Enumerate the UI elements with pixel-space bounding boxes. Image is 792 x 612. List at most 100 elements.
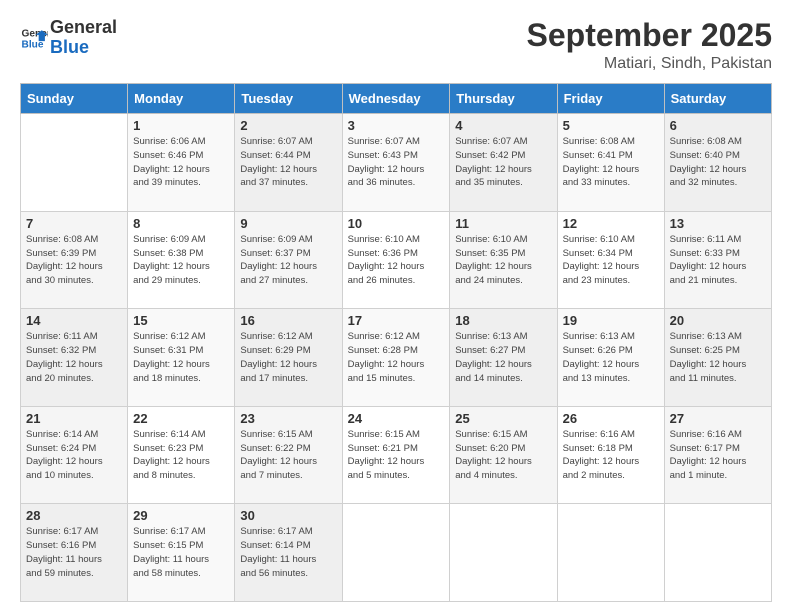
day-info: Sunrise: 6:13 AM Sunset: 6:26 PM Dayligh… xyxy=(563,330,659,385)
day-info: Sunrise: 6:11 AM Sunset: 6:32 PM Dayligh… xyxy=(26,330,122,385)
day-number: 27 xyxy=(670,411,766,426)
day-number: 1 xyxy=(133,118,229,133)
calendar-cell: 20 Sunrise: 6:13 AM Sunset: 6:25 PM Dayli… xyxy=(664,309,771,407)
day-info: Sunrise: 6:13 AM Sunset: 6:25 PM Dayligh… xyxy=(670,330,766,385)
day-number: 16 xyxy=(240,313,336,328)
title-block: September 2025 Matiari, Sindh, Pakistan xyxy=(527,18,772,73)
calendar-cell: 9Sunrise: 6:09 AM Sunset: 6:37 PM Daylig… xyxy=(235,211,342,309)
day-info: Sunrise: 6:13 AM Sunset: 6:27 PM Dayligh… xyxy=(455,330,551,385)
header: General Blue General Blue September 2025… xyxy=(20,18,772,73)
calendar-cell: 18 Sunrise: 6:13 AM Sunset: 6:27 PM Dayli… xyxy=(450,309,557,407)
day-number: 6 xyxy=(670,118,766,133)
day-info: Sunrise: 6:16 AM Sunset: 6:17 PM Dayligh… xyxy=(670,428,766,483)
calendar-cell xyxy=(664,504,771,602)
calendar-cell xyxy=(21,114,128,212)
day-number: 22 xyxy=(133,411,229,426)
calendar-weekday-tuesday: Tuesday xyxy=(235,84,342,114)
day-info: Sunrise: 6:08 AM Sunset: 6:39 PM Dayligh… xyxy=(26,233,122,288)
day-number: 12 xyxy=(563,216,659,231)
calendar-cell: 28 Sunrise: 6:17 AM Sunset: 6:16 PM Dayli… xyxy=(21,504,128,602)
day-number: 13 xyxy=(670,216,766,231)
day-info: Sunrise: 6:12 AM Sunset: 6:31 PM Dayligh… xyxy=(133,330,229,385)
calendar-week-row: 14 Sunrise: 6:11 AM Sunset: 6:32 PM Dayli… xyxy=(21,309,772,407)
calendar-cell: 14 Sunrise: 6:11 AM Sunset: 6:32 PM Dayli… xyxy=(21,309,128,407)
day-number: 15 xyxy=(133,313,229,328)
calendar-cell: 5 Sunrise: 6:08 AM Sunset: 6:41 PM Daylig… xyxy=(557,114,664,212)
calendar-cell: 12 Sunrise: 6:10 AM Sunset: 6:34 PM Dayli… xyxy=(557,211,664,309)
subtitle: Matiari, Sindh, Pakistan xyxy=(527,55,772,73)
calendar-week-row: 1Sunrise: 6:06 AM Sunset: 6:46 PM Daylig… xyxy=(21,114,772,212)
day-number: 10 xyxy=(348,216,445,231)
day-number: 24 xyxy=(348,411,445,426)
day-number: 21 xyxy=(26,411,122,426)
day-number: 17 xyxy=(348,313,445,328)
calendar-cell: 27 Sunrise: 6:16 AM Sunset: 6:17 PM Dayli… xyxy=(664,406,771,504)
calendar-cell: 29Sunrise: 6:17 AM Sunset: 6:15 PM Dayli… xyxy=(128,504,235,602)
logo-icon: General Blue xyxy=(20,24,48,52)
day-info: Sunrise: 6:17 AM Sunset: 6:14 PM Dayligh… xyxy=(240,525,336,580)
day-number: 14 xyxy=(26,313,122,328)
calendar-cell: 23 Sunrise: 6:15 AM Sunset: 6:22 PM Dayli… xyxy=(235,406,342,504)
day-info: Sunrise: 6:15 AM Sunset: 6:20 PM Dayligh… xyxy=(455,428,551,483)
day-info: Sunrise: 6:07 AM Sunset: 6:42 PM Dayligh… xyxy=(455,135,551,190)
day-info: Sunrise: 6:14 AM Sunset: 6:23 PM Dayligh… xyxy=(133,428,229,483)
day-info: Sunrise: 6:07 AM Sunset: 6:44 PM Dayligh… xyxy=(240,135,336,190)
day-number: 23 xyxy=(240,411,336,426)
calendar-cell: 26Sunrise: 6:16 AM Sunset: 6:18 PM Dayli… xyxy=(557,406,664,504)
day-number: 4 xyxy=(455,118,551,133)
calendar-weekday-wednesday: Wednesday xyxy=(342,84,450,114)
calendar-cell: 3 Sunrise: 6:07 AM Sunset: 6:43 PM Daylig… xyxy=(342,114,450,212)
calendar-weekday-sunday: Sunday xyxy=(21,84,128,114)
logo: General Blue General Blue xyxy=(20,18,117,58)
day-number: 2 xyxy=(240,118,336,133)
calendar-cell xyxy=(342,504,450,602)
calendar-cell: 13 Sunrise: 6:11 AM Sunset: 6:33 PM Dayli… xyxy=(664,211,771,309)
day-info: Sunrise: 6:17 AM Sunset: 6:16 PM Dayligh… xyxy=(26,525,122,580)
calendar-weekday-friday: Friday xyxy=(557,84,664,114)
logo-text: General Blue xyxy=(50,18,117,58)
day-number: 7 xyxy=(26,216,122,231)
calendar-weekday-thursday: Thursday xyxy=(450,84,557,114)
page: General Blue General Blue September 2025… xyxy=(0,0,792,612)
day-info: Sunrise: 6:15 AM Sunset: 6:21 PM Dayligh… xyxy=(348,428,445,483)
day-info: Sunrise: 6:07 AM Sunset: 6:43 PM Dayligh… xyxy=(348,135,445,190)
day-info: Sunrise: 6:08 AM Sunset: 6:41 PM Dayligh… xyxy=(563,135,659,190)
day-number: 8 xyxy=(133,216,229,231)
calendar-cell: 15 Sunrise: 6:12 AM Sunset: 6:31 PM Dayli… xyxy=(128,309,235,407)
day-info: Sunrise: 6:12 AM Sunset: 6:28 PM Dayligh… xyxy=(348,330,445,385)
day-number: 18 xyxy=(455,313,551,328)
calendar-cell: 19 Sunrise: 6:13 AM Sunset: 6:26 PM Dayli… xyxy=(557,309,664,407)
day-info: Sunrise: 6:15 AM Sunset: 6:22 PM Dayligh… xyxy=(240,428,336,483)
calendar-cell: 10 Sunrise: 6:10 AM Sunset: 6:36 PM Dayli… xyxy=(342,211,450,309)
calendar-cell: 11Sunrise: 6:10 AM Sunset: 6:35 PM Dayli… xyxy=(450,211,557,309)
calendar-weekday-saturday: Saturday xyxy=(664,84,771,114)
main-title: September 2025 xyxy=(527,18,772,53)
calendar-cell xyxy=(450,504,557,602)
day-info: Sunrise: 6:16 AM Sunset: 6:18 PM Dayligh… xyxy=(563,428,659,483)
calendar-cell: 24 Sunrise: 6:15 AM Sunset: 6:21 PM Dayli… xyxy=(342,406,450,504)
calendar-cell: 30Sunrise: 6:17 AM Sunset: 6:14 PM Dayli… xyxy=(235,504,342,602)
day-info: Sunrise: 6:10 AM Sunset: 6:34 PM Dayligh… xyxy=(563,233,659,288)
day-info: Sunrise: 6:12 AM Sunset: 6:29 PM Dayligh… xyxy=(240,330,336,385)
day-info: Sunrise: 6:09 AM Sunset: 6:38 PM Dayligh… xyxy=(133,233,229,288)
calendar-header-row: SundayMondayTuesdayWednesdayThursdayFrid… xyxy=(21,84,772,114)
calendar-cell: 2 Sunrise: 6:07 AM Sunset: 6:44 PM Daylig… xyxy=(235,114,342,212)
calendar-cell: 6 Sunrise: 6:08 AM Sunset: 6:40 PM Daylig… xyxy=(664,114,771,212)
calendar-cell: 8 Sunrise: 6:09 AM Sunset: 6:38 PM Daylig… xyxy=(128,211,235,309)
calendar-cell: 1Sunrise: 6:06 AM Sunset: 6:46 PM Daylig… xyxy=(128,114,235,212)
day-number: 11 xyxy=(455,216,551,231)
day-info: Sunrise: 6:11 AM Sunset: 6:33 PM Dayligh… xyxy=(670,233,766,288)
day-number: 9 xyxy=(240,216,336,231)
calendar-weekday-monday: Monday xyxy=(128,84,235,114)
day-number: 20 xyxy=(670,313,766,328)
day-number: 5 xyxy=(563,118,659,133)
calendar-week-row: 28 Sunrise: 6:17 AM Sunset: 6:16 PM Dayli… xyxy=(21,504,772,602)
day-info: Sunrise: 6:10 AM Sunset: 6:36 PM Dayligh… xyxy=(348,233,445,288)
day-number: 19 xyxy=(563,313,659,328)
calendar-cell: 16 Sunrise: 6:12 AM Sunset: 6:29 PM Dayli… xyxy=(235,309,342,407)
calendar-cell: 21Sunrise: 6:14 AM Sunset: 6:24 PM Dayli… xyxy=(21,406,128,504)
day-number: 28 xyxy=(26,508,122,523)
day-number: 3 xyxy=(348,118,445,133)
day-info: Sunrise: 6:08 AM Sunset: 6:40 PM Dayligh… xyxy=(670,135,766,190)
calendar-week-row: 7 Sunrise: 6:08 AM Sunset: 6:39 PM Daylig… xyxy=(21,211,772,309)
